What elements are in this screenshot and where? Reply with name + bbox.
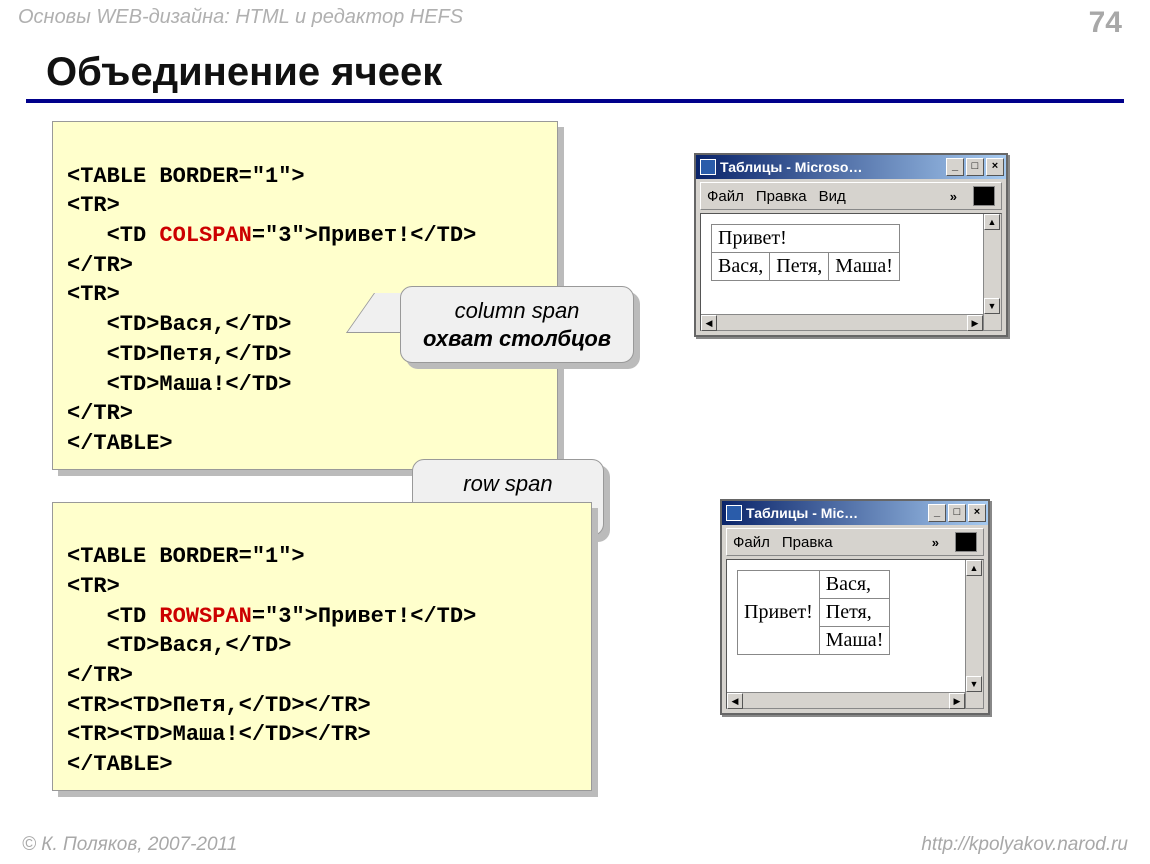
menu-file[interactable]: Файл	[707, 188, 744, 205]
menu-edit[interactable]: Правка	[782, 534, 833, 551]
vertical-scrollbar[interactable]: ▲ ▼	[965, 560, 983, 708]
copyright: © К. Поляков, 2007-2011	[22, 834, 237, 856]
scroll-up-icon[interactable]: ▲	[984, 214, 1000, 230]
callout-line-bold: охват столбцов	[423, 325, 611, 353]
ie-throbber-icon	[973, 186, 995, 206]
footer: © К. Поляков, 2007-2011 http://kpolyakov…	[22, 834, 1128, 856]
menu-more-icon[interactable]: »	[950, 189, 957, 204]
window-titlebar: Таблицы - Microso… _ □ ×	[696, 155, 1006, 179]
table-cell: Вася,	[712, 253, 770, 281]
rendered-table-colspan: Привет! Вася, Петя, Маша!	[711, 224, 900, 281]
horizontal-rule	[26, 99, 1124, 103]
maximize-button[interactable]: □	[948, 504, 966, 522]
callout-line: column span	[423, 297, 611, 325]
scroll-right-icon[interactable]: ▶	[967, 315, 983, 331]
window-body: Привет! Вася, Петя, Маша! ▲ ▼ ◀ ▶	[726, 559, 984, 709]
scroll-down-icon[interactable]: ▼	[984, 298, 1000, 314]
scroll-left-icon[interactable]: ◀	[701, 315, 717, 331]
browser-window-colspan: Таблицы - Microso… _ □ × Файл Правка Вид…	[694, 153, 1008, 337]
window-title-text: Таблицы - Mic…	[746, 505, 926, 521]
app-icon	[700, 159, 716, 175]
callout-line: row span	[435, 470, 581, 498]
scroll-left-icon[interactable]: ◀	[727, 693, 743, 709]
menu-file[interactable]: Файл	[733, 534, 770, 551]
page-title: Объединение ячеек	[46, 50, 1150, 95]
content-area: <TABLE BORDER="1"> <TR> <TD COLSPAN="3">…	[0, 121, 1150, 791]
close-button[interactable]: ×	[968, 504, 986, 522]
header: Основы WEB-дизайна: HTML и редактор HEFS…	[0, 0, 1150, 40]
ie-throbber-icon	[955, 532, 977, 552]
table-cell: Маша!	[819, 627, 890, 655]
course-title: Основы WEB-дизайна: HTML и редактор HEFS	[18, 6, 463, 29]
rendered-table-rowspan: Привет! Вася, Петя, Маша!	[737, 570, 890, 655]
menu-edit[interactable]: Правка	[756, 188, 807, 205]
app-icon	[726, 505, 742, 521]
close-button[interactable]: ×	[986, 158, 1004, 176]
code-box-rowspan: <TABLE BORDER="1"> <TR> <TD ROWSPAN="3">…	[52, 502, 592, 791]
callout-column-span: column span охват столбцов	[400, 286, 634, 363]
page-number: 74	[1089, 6, 1122, 40]
window-menubar: Файл Правка Вид »	[700, 182, 1002, 210]
menu-more-icon[interactable]: »	[932, 535, 939, 550]
scroll-right-icon[interactable]: ▶	[949, 693, 965, 709]
vertical-scrollbar[interactable]: ▲ ▼	[983, 214, 1001, 330]
window-title-text: Таблицы - Microso…	[720, 159, 944, 175]
window-titlebar: Таблицы - Mic… _ □ ×	[722, 501, 988, 525]
horizontal-scrollbar[interactable]: ◀ ▶	[701, 314, 983, 330]
scroll-up-icon[interactable]: ▲	[966, 560, 982, 576]
window-menubar: Файл Правка »	[726, 528, 984, 556]
table-cell: Петя,	[770, 253, 829, 281]
table-cell: Маша!	[829, 253, 900, 281]
scroll-down-icon[interactable]: ▼	[966, 676, 982, 692]
table-cell: Привет!	[738, 571, 820, 655]
table-cell: Вася,	[819, 571, 890, 599]
maximize-button[interactable]: □	[966, 158, 984, 176]
table-cell: Петя,	[819, 599, 890, 627]
browser-window-rowspan: Таблицы - Mic… _ □ × Файл Правка » Приве…	[720, 499, 990, 715]
horizontal-scrollbar[interactable]: ◀ ▶	[727, 692, 965, 708]
minimize-button[interactable]: _	[946, 158, 964, 176]
minimize-button[interactable]: _	[928, 504, 946, 522]
menu-view[interactable]: Вид	[819, 188, 846, 205]
table-cell: Привет!	[712, 225, 900, 253]
window-body: Привет! Вася, Петя, Маша! ▲ ▼ ◀ ▶	[700, 213, 1002, 331]
footer-url: http://kpolyakov.narod.ru	[921, 834, 1128, 856]
